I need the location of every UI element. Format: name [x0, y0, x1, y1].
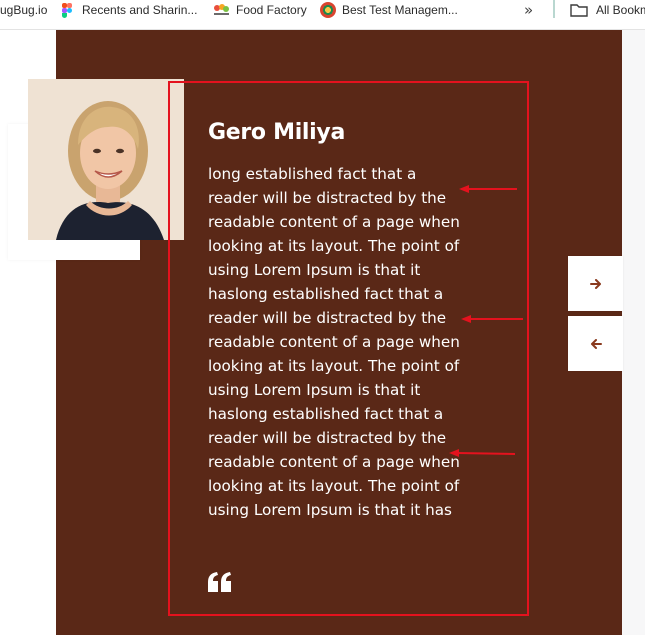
bookmark-label: Best Test Managem... [342, 3, 458, 17]
all-bookmarks-label: All Bookm [596, 3, 645, 17]
food-factory-icon [213, 3, 230, 17]
bookmark-label: ugBug.io [0, 3, 48, 17]
annotation-arrow [459, 184, 517, 194]
bookmark-label: Food Factory [236, 3, 307, 17]
profile-photo [28, 79, 184, 240]
bookmarks-divider [553, 0, 555, 18]
testimonial-name: Gero Miliya [208, 120, 346, 145]
annotation-arrow [449, 448, 515, 458]
testimonial-text: long established fact that a reader will… [208, 165, 460, 519]
bookmark-figma-recents[interactable]: Recents and Sharin... [62, 0, 197, 20]
bookmarks-overflow-button[interactable]: » [524, 1, 533, 19]
best-test-management-icon [320, 2, 336, 18]
bookmark-bugbug[interactable]: ugBug.io [0, 0, 47, 20]
bookmarks-bar: ugBug.io Recents and Sharin... Food Fact… [0, 0, 645, 30]
quote-icon [208, 572, 232, 592]
bookmark-best-test-management[interactable]: Best Test Managem... [320, 0, 458, 20]
page-edge [622, 30, 645, 635]
figma-icon [62, 2, 72, 18]
arrow-left-icon [590, 334, 602, 353]
next-button[interactable] [568, 256, 623, 311]
prev-button[interactable] [568, 316, 623, 371]
bookmark-food-factory[interactable]: Food Factory [213, 0, 307, 20]
folder-icon [570, 3, 588, 17]
arrow-right-icon [589, 274, 602, 293]
bookmark-label: Recents and Sharin... [82, 3, 198, 17]
annotation-arrow [461, 314, 523, 324]
all-bookmarks-button[interactable]: All Bookm [570, 0, 645, 20]
